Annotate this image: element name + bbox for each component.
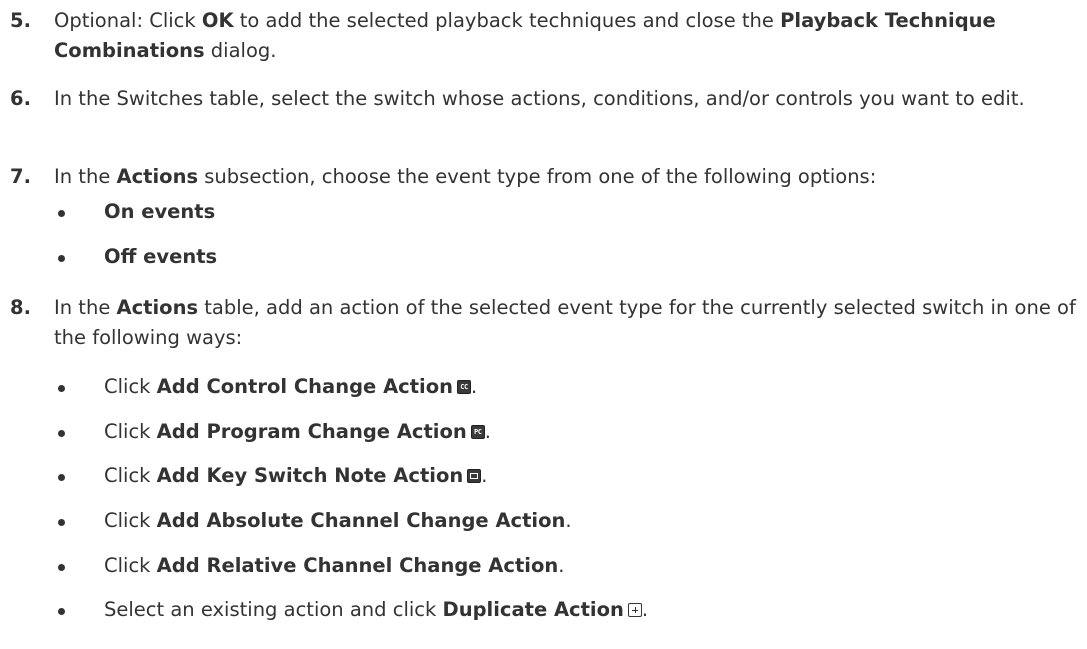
text-run: table, add an action of the selected eve… [54, 296, 1076, 349]
list-item: On events [0, 197, 215, 227]
step-number: 7. [10, 165, 31, 188]
control-change-icon: CC [457, 380, 472, 394]
key-switch-icon [467, 469, 482, 483]
text-run: Click [104, 554, 157, 577]
end-punctuation: . [484, 420, 491, 443]
list-item: Click Add Program Change Action PC. [0, 417, 491, 447]
duplicate-action-icon [627, 603, 642, 617]
ui-term: Actions [116, 165, 199, 188]
bullet-dot [58, 385, 65, 392]
end-punctuation: . [558, 554, 565, 577]
list-item: Off events [0, 242, 217, 272]
step-number: 8. [10, 296, 31, 319]
text-run: dialog. [204, 39, 277, 62]
text-run: Click [104, 420, 157, 443]
text-run: In the [54, 296, 117, 319]
bullet-dot [58, 255, 65, 262]
step-text: Optional: Click OK to add the selected p… [54, 6, 1084, 66]
list-item: Select an existing action and click Dupl… [0, 595, 648, 625]
ui-term: On events [104, 200, 216, 223]
bullet-dot [58, 430, 65, 437]
end-punctuation: . [565, 509, 572, 532]
ui-term: Duplicate Action [442, 598, 624, 621]
step-text: In the Actions subsection, choose the ev… [54, 162, 1084, 192]
ui-term: Add Relative Channel Change Action [156, 554, 559, 577]
ui-term: Actions [116, 296, 199, 319]
text-run: subsection, choose the event type from o… [198, 165, 877, 188]
end-punctuation: . [471, 375, 478, 398]
bullet-dot [58, 474, 65, 481]
step-7: 7. In the Actions subsection, choose the … [0, 162, 1084, 192]
text-run: Click [104, 375, 157, 398]
bullet-dot [58, 210, 65, 217]
text-run: Click [104, 464, 157, 487]
list-item: Click Add Control Change Action CC. [0, 372, 477, 402]
list-item: Click Add Relative Channel Change Action… [0, 551, 564, 581]
step-number: 5. [10, 9, 31, 32]
text-run: Select an existing action and click [104, 598, 443, 621]
text-run: In the [54, 165, 117, 188]
step-8: 8. In the Actions table, add an action of… [0, 293, 1084, 353]
ui-term: Add Absolute Channel Change Action [156, 509, 566, 532]
text-run: Click [104, 509, 157, 532]
ui-term: Off events [104, 245, 218, 268]
text-run: to add the selected playback techniques … [233, 9, 781, 32]
text-run: In the Switches table, select the switch… [54, 87, 1025, 110]
ui-term: Add Key Switch Note Action [156, 464, 464, 487]
list-item: Click Add Key Switch Note Action. [0, 461, 487, 491]
step-text: In the Actions table, add an action of t… [54, 293, 1084, 353]
bullet-dot [58, 608, 65, 615]
ui-term: Add Control Change Action [156, 375, 454, 398]
step-6: 6. In the Switches table, select the swit… [0, 84, 1084, 114]
bullet-dot [58, 519, 65, 526]
program-change-icon: PC [470, 425, 485, 439]
bullet-dot [58, 564, 65, 571]
step-5: 5. Optional: Click OK to add the selected… [0, 6, 1084, 66]
step-number: 6. [10, 87, 31, 110]
step-text: In the Switches table, select the switch… [54, 84, 1084, 114]
text-run: Optional: Click [54, 9, 202, 32]
ui-term: Add Program Change Action [156, 420, 467, 443]
end-punctuation: . [641, 598, 649, 621]
end-punctuation: . [481, 464, 488, 487]
list-item: Click Add Absolute Channel Change Action… [0, 506, 572, 536]
ui-term: OK [201, 9, 234, 32]
